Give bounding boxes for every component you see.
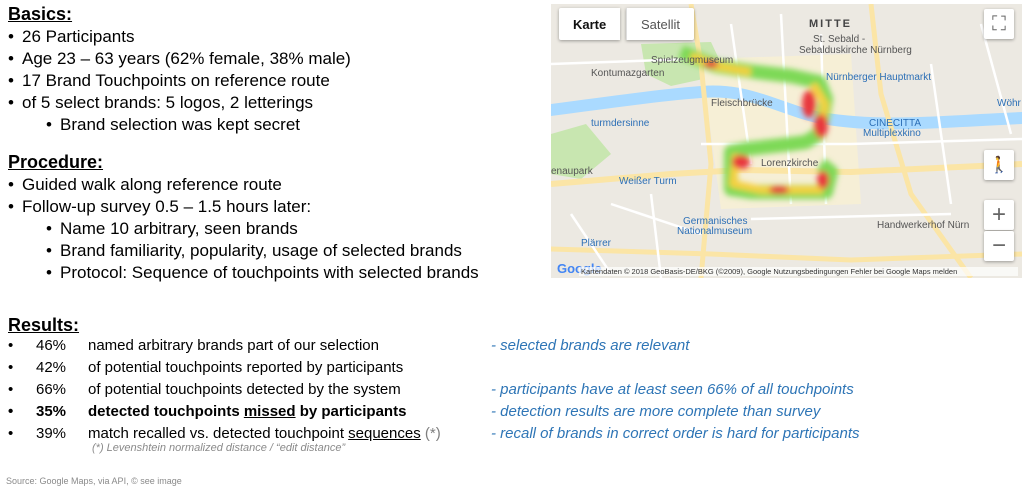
list-item: 26 Participants — [8, 26, 351, 48]
map-label: Weißer Turm — [619, 176, 677, 187]
bullet: • — [8, 425, 14, 442]
zoom-out-icon[interactable]: − — [984, 231, 1014, 261]
desc-text: match recalled vs. detected touchpoint — [88, 425, 349, 442]
desc-text: by participants — [295, 403, 407, 420]
basics-list: 26 Participants Age 23 – 63 years (62% f… — [8, 26, 351, 136]
map-label: Plärrer — [581, 238, 612, 249]
result-percent: 46% — [36, 337, 67, 354]
map-type-satellit-tab[interactable]: Satellit — [626, 8, 695, 40]
result-description: of potential touchpoints reported by par… — [88, 359, 404, 376]
map-label: Fleischbrücke — [711, 98, 773, 109]
map-label: Sebalduskirche Nürnberg — [799, 45, 912, 56]
desc-text: detected touchpoints — [88, 403, 244, 420]
map-type-karte-tab[interactable]: Karte — [559, 8, 621, 40]
list-sub-item: Protocol: Sequence of touchpoints with s… — [8, 262, 479, 284]
street-view-pegman-icon[interactable]: 🚶 — [984, 150, 1014, 180]
list-sub-item: Brand familiarity, popularity, usage of … — [8, 240, 479, 262]
result-description: match recalled vs. detected touchpoint s… — [88, 425, 441, 442]
bullet: • — [8, 337, 14, 354]
fullscreen-icon[interactable]: ⛶ — [984, 9, 1014, 39]
map-label: Multiplexkino — [863, 128, 921, 139]
result-description: detected touchpoints missed by participa… — [88, 403, 406, 420]
table-row: • 42% of potential touchpoints reported … — [8, 359, 1008, 381]
map-label: Nürnberger Hauptmarkt — [826, 72, 932, 83]
result-percent: 42% — [36, 359, 67, 376]
footnote: (*) Levenshtein normalized distance / “e… — [92, 442, 346, 454]
map-label: St. Sebald - — [813, 34, 866, 45]
list-sub-item: Name 10 arbitrary, seen brands — [8, 218, 479, 240]
list-item: Guided walk along reference route — [8, 174, 479, 196]
map-label: Handwerkerhof Nürn — [877, 220, 970, 231]
result-percent: 66% — [36, 381, 67, 398]
result-comment: - participants have at least seen 66% of… — [491, 381, 854, 398]
map-canvas — [551, 4, 1022, 278]
zoom-in-icon[interactable]: + — [984, 200, 1014, 230]
map-attribution[interactable]: Kartendaten © 2018 GeoBasis-DE/BKG (©200… — [579, 267, 1018, 276]
basics-heading: Basics: — [8, 4, 73, 24]
table-row: • 66% of potential touchpoints detected … — [8, 381, 1008, 403]
table-row: • 35% detected touchpoints missed by par… — [8, 403, 1008, 425]
list-item: Follow-up survey 0.5 – 1.5 hours later: — [8, 196, 479, 218]
desc-underlined: missed — [243, 403, 296, 420]
map-label: Spielzeugmuseum — [651, 55, 734, 66]
map-label: Wöhr — [997, 98, 1021, 109]
map-label: Nationalmuseum — [677, 226, 753, 237]
results-heading: Results: — [8, 315, 80, 335]
map-label: Kontumazgarten — [591, 68, 665, 79]
procedure-heading: Procedure: — [8, 152, 104, 172]
result-percent: 39% — [36, 425, 67, 442]
map-label: Lorenzkirche — [761, 158, 819, 169]
bullet: • — [8, 381, 14, 398]
result-comment: - selected brands are relevant — [491, 337, 690, 354]
list-item: Age 23 – 63 years (62% female, 38% male) — [8, 48, 351, 70]
result-description: named arbitrary brands part of our selec… — [88, 337, 379, 354]
map-label: enaupark — [551, 166, 593, 177]
map-view[interactable]: Karte Satellit ⛶ 🚶 + − MITTE St. Sebald … — [551, 4, 1022, 278]
table-row: • 46% named arbitrary brands part of our… — [8, 337, 1008, 359]
procedure-list: Guided walk along reference route Follow… — [8, 174, 479, 284]
result-comment: - recall of brands in correct order is h… — [491, 425, 860, 442]
district-label: MITTE — [809, 18, 852, 30]
map-label: turmdersinne — [591, 118, 650, 129]
desc-underlined: sequences — [348, 425, 421, 442]
footnote-marker: (*) — [420, 425, 441, 442]
result-percent: 35% — [36, 403, 67, 420]
bullet: • — [8, 403, 14, 420]
result-description: of potential touchpoints detected by the… — [88, 381, 401, 398]
bullet: • — [8, 359, 14, 376]
list-sub-item: Brand selection was kept secret — [8, 114, 351, 136]
result-comment: - detection results are more complete th… — [491, 403, 821, 420]
list-item: of 5 select brands: 5 logos, 2 lettering… — [8, 92, 351, 114]
list-item: 17 Brand Touchpoints on reference route — [8, 70, 351, 92]
source-note: Source: Google Maps, via API, © see imag… — [6, 476, 182, 486]
results-table: • 46% named arbitrary brands part of our… — [8, 337, 1008, 447]
